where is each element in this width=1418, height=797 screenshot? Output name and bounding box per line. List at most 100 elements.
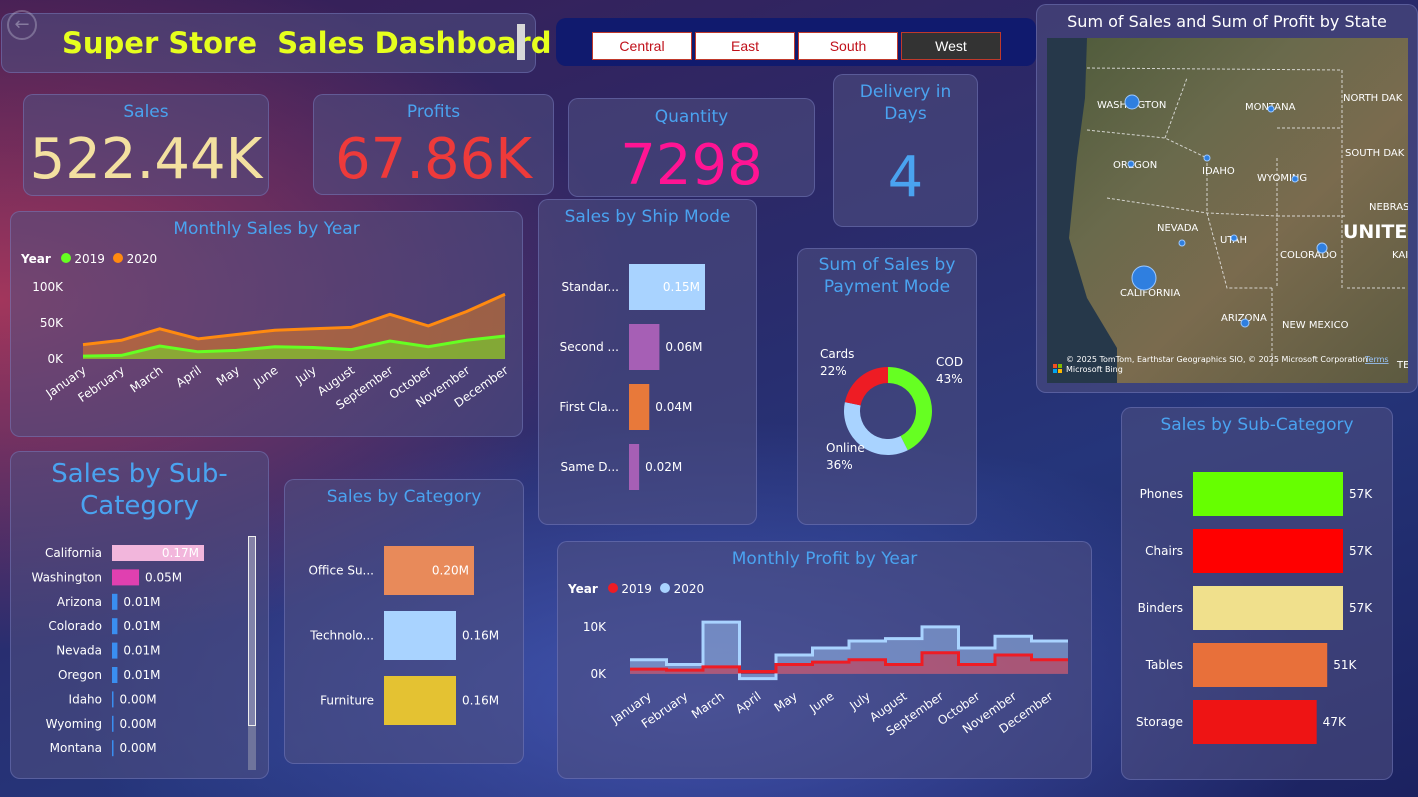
x-tick-label: May xyxy=(772,689,800,715)
x-tick-label: March xyxy=(127,363,165,395)
bar xyxy=(1193,529,1343,573)
state-scrollbar[interactable] xyxy=(248,536,256,770)
region-button-east[interactable]: East xyxy=(695,32,795,60)
scrollbar-handle[interactable] xyxy=(517,24,525,60)
region-button-south[interactable]: South xyxy=(798,32,898,60)
bar-category-label: Wyoming xyxy=(46,717,102,731)
svg-text:IDAHO: IDAHO xyxy=(1202,166,1235,177)
bar-value-label: 0.00M xyxy=(120,717,157,731)
region-button-central[interactable]: Central xyxy=(592,32,692,60)
legend-label-2019: 2019 xyxy=(621,582,652,596)
ship-mode-chart[interactable]: Standar... 0.15M Second ... 0.06M First Cla.… xyxy=(539,234,758,524)
bar-value-label: 51K xyxy=(1333,658,1357,672)
legend-dot-icon xyxy=(607,583,618,593)
bar-category-label: Same D... xyxy=(560,460,619,474)
bar xyxy=(384,611,456,660)
bar xyxy=(112,593,118,610)
bar xyxy=(112,618,118,635)
bar-category-label: Tables xyxy=(1145,658,1183,672)
bar-value-label: 57K xyxy=(1349,601,1373,615)
region-label: East xyxy=(730,38,759,54)
slice-name-label: COD xyxy=(936,355,963,369)
region-label: West xyxy=(935,38,967,54)
kpi-delivery-card: Delivery in Days 4 xyxy=(833,74,978,227)
subcategory-sales-card: Sales by Sub-Category Phones 57K Chairs 57K… xyxy=(1121,407,1393,780)
bar-value-label: 0.02M xyxy=(645,460,682,474)
payment-mode-card: Sum of Sales by Payment Mode COD 43% Onlin… xyxy=(797,248,977,525)
kpi-sales-label: Sales xyxy=(123,102,169,122)
bar-value-label: 0.00M xyxy=(120,692,157,706)
bar-category-label: Furniture xyxy=(320,694,374,708)
legend-title: Year xyxy=(568,582,598,596)
state-sales-chart[interactable]: California 0.17M Washington 0.05M Arizona 0.0… xyxy=(11,540,251,770)
bar-category-label: Idaho xyxy=(69,692,102,706)
monthly-sales-chart[interactable]: 100K50K0KJanuaryFebruary March April May Jun… xyxy=(17,267,517,437)
kpi-quantity-value: 7298 xyxy=(620,133,763,198)
svg-text:SOUTH DAK: SOUTH DAK xyxy=(1345,148,1405,159)
x-tick-label: May xyxy=(214,363,242,389)
bar-category-label: Nevada xyxy=(56,644,102,658)
map-view[interactable]: WASHINGTON MONTANA NORTH DAK OREGON IDAH… xyxy=(1047,38,1408,383)
bar-category-label: Binders xyxy=(1138,601,1183,615)
bar-value-label: 0.17M xyxy=(162,546,199,560)
bar xyxy=(112,740,114,757)
x-tick-label: April xyxy=(733,689,764,716)
bar-value-label: 0.15M xyxy=(663,280,700,294)
subcategory-sales-chart[interactable]: Phones 57K Chairs 57K Binders 57K Tables 51K Sto… xyxy=(1122,458,1394,778)
payment-mode-donut[interactable]: COD 43% Online 36% Cards 22% xyxy=(798,319,978,519)
monthly-profit-legend: Year 2019 2020 xyxy=(568,582,704,596)
map-terms-link[interactable]: Terms xyxy=(1364,355,1389,364)
subcategory-sales-title: Sales by Sub-Category xyxy=(1160,415,1354,435)
back-arrow-icon[interactable]: ← xyxy=(7,10,37,40)
y-tick-label: 10K xyxy=(583,620,607,634)
svg-text:NORTH DAK: NORTH DAK xyxy=(1343,93,1403,104)
bar xyxy=(1193,643,1328,687)
bar xyxy=(112,569,140,586)
y-tick-label: 50K xyxy=(40,316,64,330)
region-label: Central xyxy=(619,38,665,54)
kpi-delivery-label: Delivery in Days xyxy=(859,82,952,124)
bar-category-label: Oregon xyxy=(58,668,102,682)
x-tick-label: April xyxy=(173,363,204,390)
monthly-profit-card: Monthly Profit by Year Year 2019 2020 10… xyxy=(557,541,1092,779)
category-sales-chart[interactable]: Office Su... 0.20M Technolo... 0.16M Furnitu… xyxy=(285,520,525,760)
bar xyxy=(1193,700,1317,744)
y-tick-label: 100K xyxy=(32,280,64,294)
header-panel: ← Super Store Sales Dashboard xyxy=(1,10,551,73)
monthly-sales-card: Monthly Sales by Year Year 2019 2020 100… xyxy=(10,211,523,437)
bar-category-label: California xyxy=(45,546,102,560)
ship-mode-card: Sales by Ship Mode Standar... 0.15M Second… xyxy=(538,199,757,525)
bar xyxy=(1193,472,1343,516)
state-sales-title: Sales by Sub-Category xyxy=(51,459,228,521)
bar-value-label: 0.01M xyxy=(123,644,160,658)
bar-category-label: Washington xyxy=(31,570,102,584)
region-button-west[interactable]: West xyxy=(901,32,1001,60)
svg-text:NEW MEXICO: NEW MEXICO xyxy=(1282,320,1349,331)
bar-category-label: First Cla... xyxy=(559,400,619,414)
monthly-sales-legend: Year 2019 2020 xyxy=(21,252,157,266)
y-tick-label: 0K xyxy=(47,352,64,366)
bar-category-label: Chairs xyxy=(1145,544,1183,558)
legend-label-2020: 2020 xyxy=(673,582,705,596)
state-scrollbar-thumb[interactable] xyxy=(248,536,256,726)
bar-value-label: 0.16M xyxy=(462,694,499,708)
bar-category-label: Colorado xyxy=(48,619,102,633)
bar xyxy=(629,324,660,370)
bar-value-label: 47K xyxy=(1323,715,1347,729)
state-sales-card: Sales by Sub-Category California 0.17M Was… xyxy=(10,451,269,779)
bar-value-label: 0.20M xyxy=(432,564,469,578)
monthly-profit-chart[interactable]: 10K0KJanuaryFebruaryMarch April May June Jul… xyxy=(564,598,1089,778)
bar-value-label: 0.00M xyxy=(120,741,157,755)
bar-value-label: 0.01M xyxy=(123,595,160,609)
legend-title: Year xyxy=(21,252,51,266)
svg-text:WYOMING: WYOMING xyxy=(1257,173,1307,184)
category-sales-title: Sales by Category xyxy=(326,487,482,507)
bar-category-label: Storage xyxy=(1136,715,1183,729)
slice-name-label: Online xyxy=(826,441,865,455)
bar-category-label: Montana xyxy=(50,741,102,755)
bar-value-label: 0.01M xyxy=(123,619,160,633)
kpi-sales-value: 522.44K xyxy=(29,127,263,192)
monthly-profit-title: Monthly Profit by Year xyxy=(731,549,918,569)
kpi-quantity-card: Quantity 7298 xyxy=(568,98,815,198)
bar xyxy=(112,715,114,732)
